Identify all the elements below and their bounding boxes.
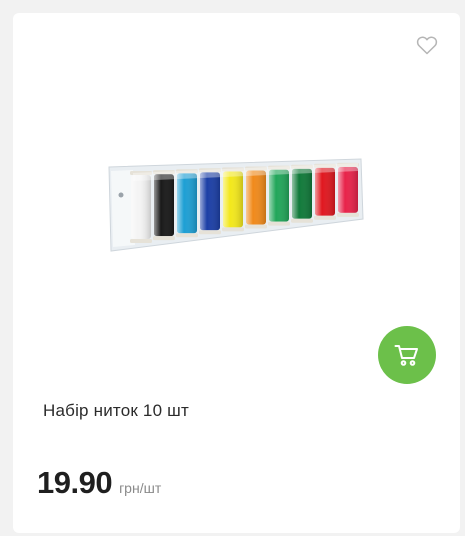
product-name[interactable]: Набір ниток 10 шт bbox=[43, 401, 189, 421]
add-to-cart-button[interactable] bbox=[378, 326, 436, 384]
thread-spool bbox=[199, 168, 221, 235]
price-block: 19.90 грн/шт bbox=[37, 465, 161, 501]
thread-spool bbox=[153, 170, 175, 241]
product-card[interactable]: Набір ниток 10 шт 19.90 грн/шт bbox=[13, 13, 460, 533]
thread-spool bbox=[222, 167, 244, 232]
thread-spool bbox=[176, 169, 198, 238]
product-image[interactable] bbox=[103, 155, 365, 255]
heart-icon[interactable] bbox=[415, 33, 439, 57]
product-price: 19.90 bbox=[37, 465, 113, 500]
cart-icon bbox=[394, 345, 418, 366]
thread-spool bbox=[130, 171, 152, 243]
price-unit: грн/шт bbox=[119, 480, 162, 496]
